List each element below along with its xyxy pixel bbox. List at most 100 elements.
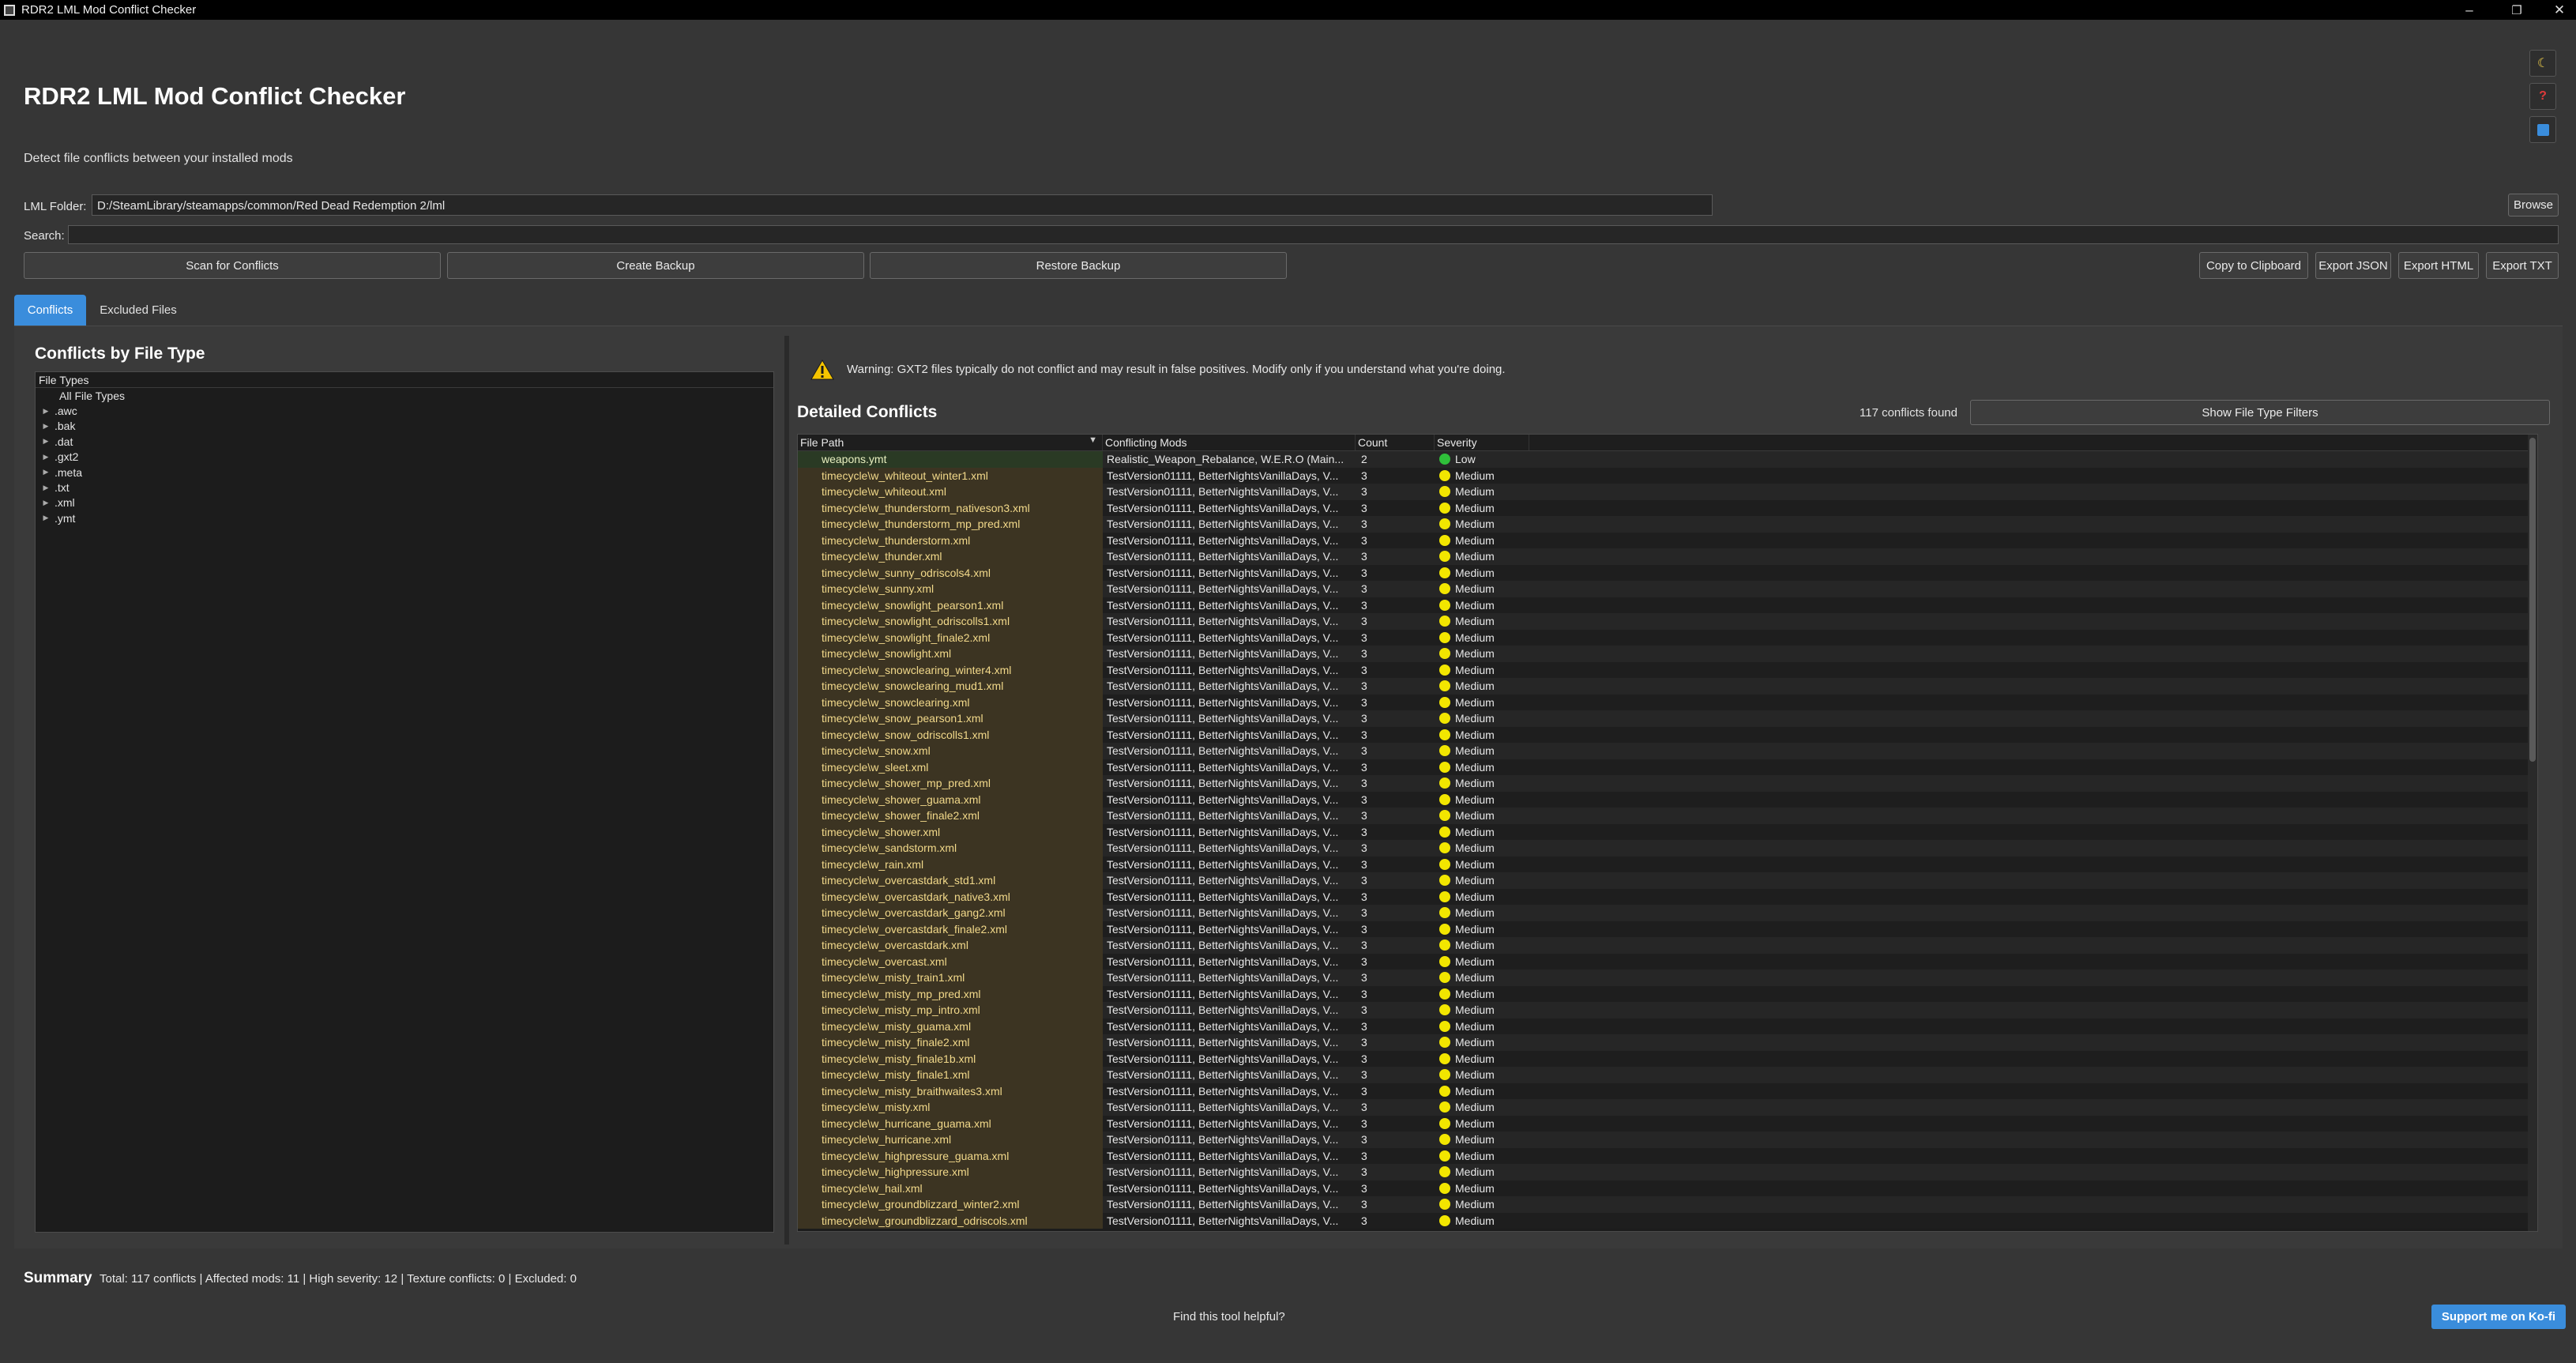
tab-conflicts[interactable]: Conflicts: [14, 295, 86, 326]
table-row[interactable]: timecycle\w_snowclearing.xml TestVersion0…: [798, 694, 2537, 710]
table-row[interactable]: timecycle\w_groundblizzard_winter2.xml Te…: [798, 1196, 2537, 1213]
table-row[interactable]: timecycle\w_sandstorm.xml TestVersion0111…: [798, 840, 2537, 857]
tree-item[interactable]: ▶ .gxt2: [36, 450, 773, 465]
restore-backup-button[interactable]: Restore Backup: [870, 252, 1287, 279]
help-button[interactable]: ?: [2529, 83, 2556, 110]
table-row[interactable]: timecycle\w_snowlight_finale2.xml TestVer…: [798, 629, 2537, 646]
tab-excluded-files[interactable]: Excluded Files: [92, 295, 185, 326]
tree-item[interactable]: ▶ .ymt: [36, 510, 773, 525]
expand-arrow-icon[interactable]: ▶: [40, 468, 51, 476]
close-button[interactable]: ✕: [2536, 0, 2576, 20]
table-row[interactable]: timecycle\w_overcastdark_finale2.xml Test…: [798, 921, 2537, 937]
column-header-count[interactable]: Count: [1356, 435, 1435, 450]
create-backup-button[interactable]: Create Backup: [447, 252, 864, 279]
table-row[interactable]: timecycle\w_snow_pearson1.xml TestVersion…: [798, 710, 2537, 727]
search-input[interactable]: [68, 225, 2559, 244]
expand-arrow-icon[interactable]: ▶: [40, 407, 51, 416]
table-row[interactable]: timecycle\w_misty_guama.xml TestVersion01…: [798, 1018, 2537, 1034]
table-row[interactable]: timecycle\w_overcastdark.xml TestVersion0…: [798, 937, 2537, 954]
table-row[interactable]: timecycle\w_thunderstorm_nativeson3.xml T…: [798, 499, 2537, 516]
lml-folder-input[interactable]: D:/SteamLibrary/steamapps/common/Red Dea…: [92, 194, 1713, 216]
expand-arrow-icon[interactable]: ▶: [40, 499, 51, 507]
panel-splitter[interactable]: [784, 336, 789, 1244]
table-row[interactable]: timecycle\w_shower_mp_pred.xml TestVersio…: [798, 775, 2537, 792]
copy-clipboard-button[interactable]: Copy to Clipboard: [2199, 252, 2308, 279]
table-row[interactable]: timecycle\w_hurricane.xml TestVersion0111…: [798, 1131, 2537, 1148]
table-row[interactable]: timecycle\w_shower_guama.xml TestVersion0…: [798, 791, 2537, 808]
table-row[interactable]: timecycle\w_sunny.xml TestVersion01111, B…: [798, 581, 2537, 597]
theme-toggle-button[interactable]: ☾: [2529, 50, 2556, 77]
table-row[interactable]: timecycle\w_overcast.xml TestVersion01111…: [798, 953, 2537, 970]
tree-item[interactable]: ▶ .bak: [36, 419, 773, 434]
scrollbar-thumb[interactable]: [2529, 438, 2536, 762]
kofi-button[interactable]: Support me on Ko-fi: [2431, 1305, 2566, 1329]
export-json-button[interactable]: Export JSON: [2315, 252, 2391, 279]
cell-file-path: timecycle\w_snowclearing_mud1.xml: [798, 678, 1103, 695]
tree-item[interactable]: ▶ .meta: [36, 465, 773, 480]
scan-button[interactable]: Scan for Conflicts: [24, 252, 441, 279]
table-row[interactable]: timecycle\w_highpressure.xml TestVersion0…: [798, 1164, 2537, 1180]
tree-item[interactable]: ▶ .awc: [36, 403, 773, 418]
table-row[interactable]: timecycle\w_overcastdark_std1.xml TestVer…: [798, 872, 2537, 889]
table-row[interactable]: timecycle\w_thunderstorm_mp_pred.xml Test…: [798, 516, 2537, 533]
table-row[interactable]: timecycle\w_snowclearing_mud1.xml TestVer…: [798, 678, 2537, 695]
table-row[interactable]: timecycle\w_hurricane_guama.xml TestVersi…: [798, 1115, 2537, 1131]
table-row[interactable]: timecycle\w_snow.xml TestVersion01111, Be…: [798, 743, 2537, 759]
cell-severity: Medium: [1435, 1148, 1529, 1165]
tree-item-all[interactable]: All File Types: [36, 388, 773, 403]
maximize-button[interactable]: ❐: [2493, 0, 2540, 20]
expand-arrow-icon[interactable]: ▶: [40, 514, 51, 522]
file-type-tree[interactable]: File Types All File Types ▶ .awc ▶ .bak ▶ .da…: [35, 371, 774, 1233]
table-row[interactable]: timecycle\w_misty_finale1.xml TestVersion…: [798, 1067, 2537, 1083]
tree-item[interactable]: ▶ .xml: [36, 495, 773, 510]
browse-button[interactable]: Browse: [2508, 194, 2559, 216]
table-row[interactable]: timecycle\w_sunny_odriscols4.xml TestVers…: [798, 564, 2537, 581]
table-row[interactable]: timecycle\w_misty.xml TestVersion01111, B…: [798, 1099, 2537, 1116]
tree-item[interactable]: ▶ .dat: [36, 434, 773, 449]
table-row[interactable]: timecycle\w_thunderstorm.xml TestVersion0…: [798, 532, 2537, 548]
column-header-file-path[interactable]: File Path ▼: [798, 435, 1103, 450]
table-row[interactable]: timecycle\w_shower_finale2.xml TestVersio…: [798, 808, 2537, 824]
expand-arrow-icon[interactable]: ▶: [40, 422, 51, 431]
table-row[interactable]: timecycle\w_misty_mp_intro.xml TestVersio…: [798, 1002, 2537, 1018]
export-txt-button[interactable]: Export TXT: [2486, 252, 2559, 279]
table-row[interactable]: timecycle\w_overcastdark_native3.xml Test…: [798, 888, 2537, 905]
table-row[interactable]: timecycle\w_hail.xml TestVersion01111, Be…: [798, 1180, 2537, 1196]
table-row[interactable]: timecycle\w_misty_finale1b.xml TestVersio…: [798, 1050, 2537, 1067]
expand-arrow-icon[interactable]: ▶: [40, 437, 51, 446]
cell-severity: Medium: [1435, 1131, 1529, 1148]
cell-file-path: timecycle\w_misty_braithwaites3.xml: [798, 1082, 1103, 1099]
tree-header[interactable]: File Types: [36, 372, 773, 388]
table-row[interactable]: timecycle\w_snowlight.xml TestVersion0111…: [798, 646, 2537, 662]
expand-arrow-icon[interactable]: ▶: [40, 453, 51, 461]
severity-label: Medium: [1455, 533, 1495, 547]
minimize-button[interactable]: –: [2446, 0, 2493, 20]
table-row[interactable]: timecycle\w_overcastdark_gang2.xml TestVe…: [798, 905, 2537, 921]
conflicts-table[interactable]: File Path ▼ Conflicting Mods Count Sever…: [797, 434, 2538, 1232]
column-header-severity[interactable]: Severity: [1435, 435, 1529, 450]
table-row[interactable]: timecycle\w_sleet.xml TestVersion01111, B…: [798, 759, 2537, 775]
table-row[interactable]: timecycle\w_whiteout_winter1.xml TestVers…: [798, 467, 2537, 484]
table-scrollbar[interactable]: [2528, 435, 2537, 1231]
table-row[interactable]: timecycle\w_snow_odriscolls1.xml TestVers…: [798, 726, 2537, 743]
show-file-type-filters-button[interactable]: Show File Type Filters: [1970, 400, 2550, 425]
table-row[interactable]: timecycle\w_whiteout.xml TestVersion01111…: [798, 484, 2537, 500]
table-row[interactable]: timecycle\w_thunder.xml TestVersion01111,…: [798, 548, 2537, 565]
table-row[interactable]: weapons.ymt Realistic_Weapon_Rebalance, W…: [798, 451, 2537, 468]
tree-item[interactable]: ▶ .txt: [36, 480, 773, 495]
table-row[interactable]: timecycle\w_misty_finale2.xml TestVersion…: [798, 1034, 2537, 1051]
table-row[interactable]: timecycle\w_shower.xml TestVersion01111, …: [798, 823, 2537, 840]
info-button[interactable]: [2529, 116, 2556, 143]
table-row[interactable]: timecycle\w_snowclearing_winter4.xml Test…: [798, 661, 2537, 678]
table-row[interactable]: timecycle\w_rain.xml TestVersion01111, Be…: [798, 856, 2537, 872]
expand-arrow-icon[interactable]: ▶: [40, 484, 51, 492]
export-html-button[interactable]: Export HTML: [2398, 252, 2479, 279]
table-row[interactable]: timecycle\w_misty_braithwaites3.xml TestV…: [798, 1082, 2537, 1099]
table-row[interactable]: timecycle\w_snowlight_pearson1.xml TestVe…: [798, 597, 2537, 613]
table-row[interactable]: timecycle\w_snowlight_odriscolls1.xml Tes…: [798, 613, 2537, 630]
table-row[interactable]: timecycle\w_misty_mp_pred.xml TestVersion…: [798, 985, 2537, 1002]
table-row[interactable]: timecycle\w_misty_train1.xml TestVersion0…: [798, 970, 2537, 986]
table-row[interactable]: timecycle\w_highpressure_guama.xml TestVe…: [798, 1147, 2537, 1165]
table-row[interactable]: timecycle\w_groundblizzard_odriscols.xml…: [798, 1212, 2537, 1229]
column-header-conflicting-mods[interactable]: Conflicting Mods: [1103, 435, 1356, 450]
